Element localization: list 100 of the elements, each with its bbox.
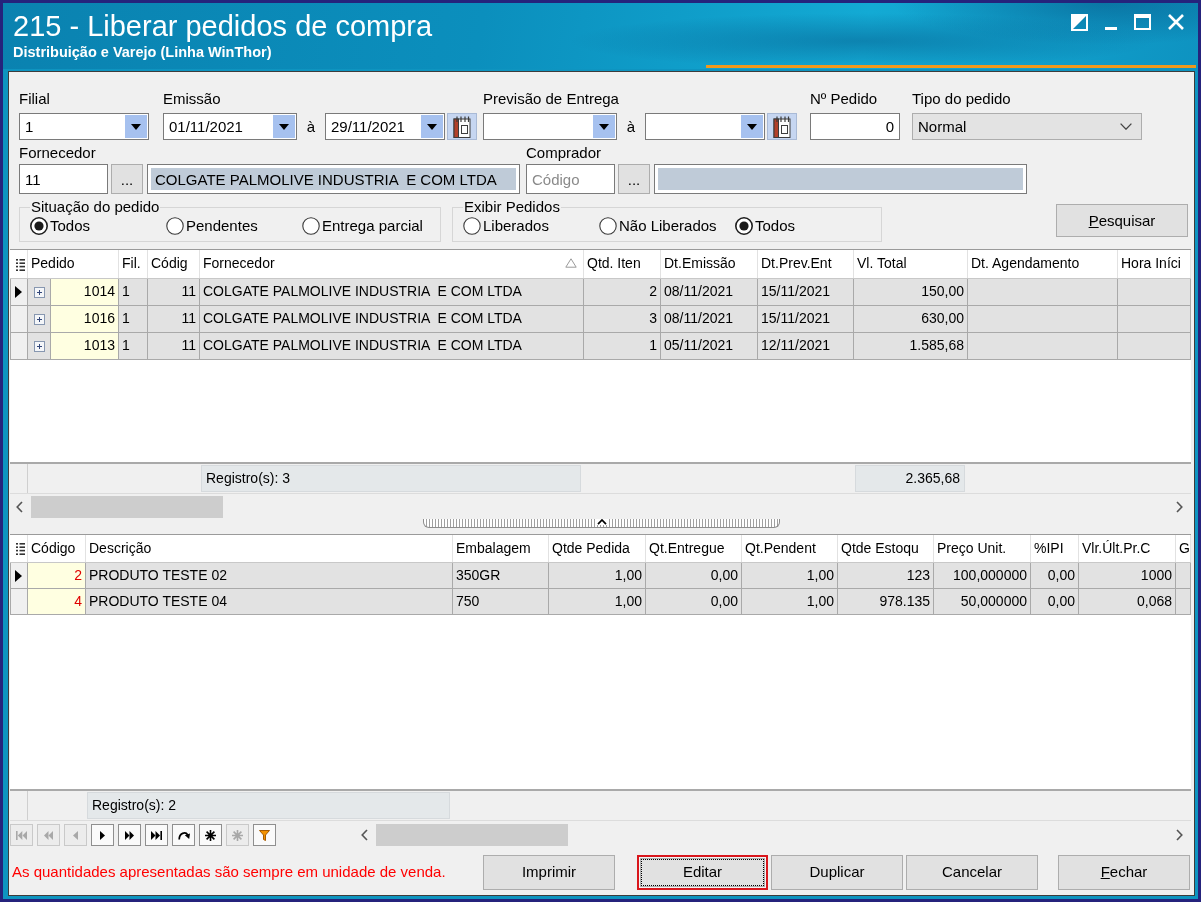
navigator-button[interactable]: [172, 824, 195, 846]
column-header[interactable]: %IPI: [1030, 535, 1079, 562]
calendar-button[interactable]: [767, 113, 797, 140]
maximize-icon[interactable]: [1134, 14, 1151, 30]
action-button[interactable]: Cancelar: [906, 854, 1038, 890]
dropdown-button[interactable]: [593, 115, 615, 138]
column-header[interactable]: Qt.Pendent: [741, 535, 838, 562]
table-cell: 0,068: [1078, 588, 1176, 614]
dropdown-field[interactable]: 1: [19, 113, 149, 140]
lookup-button[interactable]: ...: [111, 164, 143, 194]
column-header[interactable]: Pedido: [27, 250, 119, 278]
order-type-dropdown[interactable]: Normal: [912, 113, 1142, 140]
group-title: Situação do pedido: [30, 199, 161, 215]
scrollbar-thumb[interactable]: [376, 824, 568, 846]
dropdown-field[interactable]: [483, 113, 617, 140]
navigator-button[interactable]: [91, 824, 114, 846]
radio-button[interactable]: [302, 216, 320, 235]
radio-button[interactable]: [599, 216, 617, 235]
table-cell: 100,000000: [933, 562, 1031, 588]
column-header[interactable]: Dt.Emissão: [660, 250, 758, 278]
column-header[interactable]: Qtde Estoqu: [837, 535, 934, 562]
column-header[interactable]: Vl. Total: [853, 250, 968, 278]
order-number-input[interactable]: 0: [810, 113, 900, 140]
column-header[interactable]: Vlr.Últ.Pr.C: [1078, 535, 1176, 562]
column-header[interactable]: Qtde Pedida: [548, 535, 646, 562]
table-cell: 978.135: [837, 588, 934, 614]
skip-to-end-icon: [151, 830, 162, 840]
calendar-icon: [773, 115, 791, 138]
dropdown-field[interactable]: [645, 113, 765, 140]
lookup-button[interactable]: ...: [618, 164, 650, 194]
dropdown-button[interactable]: [273, 115, 295, 138]
half-filled-square-icon[interactable]: [1071, 14, 1088, 31]
field-label: Emissão: [163, 90, 222, 108]
table-cell: 1,00: [548, 562, 646, 588]
column-header[interactable]: Qtd. Iten: [583, 250, 661, 278]
chevron-left-icon[interactable]: [361, 829, 368, 841]
close-icon[interactable]: [1168, 14, 1184, 30]
sort-icon: [565, 258, 577, 269]
expand-icon[interactable]: [34, 340, 45, 352]
chevron-right-icon[interactable]: [1176, 829, 1183, 841]
column-header[interactable]: Dt.Prev.Ent: [757, 250, 854, 278]
expand-icon[interactable]: [34, 313, 45, 325]
radio-label[interactable]: Entrega parcial: [322, 216, 423, 235]
table-cell: 750: [452, 588, 549, 614]
radio-button[interactable]: [30, 216, 48, 235]
total-value: 2.365,68: [855, 465, 965, 492]
action-button[interactable]: Duplicar: [771, 854, 903, 890]
table-cell: 1,00: [548, 588, 646, 614]
column-header[interactable]: Código: [27, 535, 86, 562]
radio-label[interactable]: Todos: [50, 216, 91, 235]
column-header[interactable]: Hora Iníci: [1117, 250, 1191, 278]
action-button[interactable]: Imprimir: [483, 854, 615, 890]
radio-label[interactable]: Pendentes: [186, 216, 258, 235]
radio-button[interactable]: [735, 216, 753, 235]
radio-label[interactable]: Não Liberados: [619, 216, 717, 235]
radio-button[interactable]: [166, 216, 184, 235]
dropdown-button[interactable]: [741, 115, 763, 138]
action-button[interactable]: Editar: [637, 854, 768, 890]
left-triangle-icon: [73, 830, 78, 840]
column-header[interactable]: Descrição: [85, 535, 453, 562]
column-list-icon[interactable]: [15, 543, 25, 556]
column-header[interactable]: Códig: [147, 250, 200, 278]
search-button[interactable]: Pesquisar: [1056, 204, 1188, 237]
chevron-right-icon[interactable]: [1176, 500, 1183, 513]
skip-to-start-icon: [16, 830, 27, 840]
column-header[interactable]: Fil.: [118, 250, 148, 278]
dropdown-button[interactable]: [125, 115, 147, 138]
column-list-icon[interactable]: [15, 258, 25, 271]
buyer-code-input[interactable]: Código: [526, 164, 615, 194]
column-header[interactable]: Fornecedor: [199, 250, 584, 278]
splitter-handle[interactable]: [423, 519, 780, 528]
double-right-triangle-icon: [125, 830, 134, 840]
radio-label[interactable]: Todos: [755, 216, 796, 235]
navigator-button[interactable]: [145, 824, 168, 846]
action-button[interactable]: Fechar: [1058, 854, 1190, 890]
caret-down-icon: [427, 123, 437, 130]
field-label: Tipo do pedido: [912, 90, 1012, 108]
dropdown-field[interactable]: 29/11/2021: [325, 113, 445, 140]
column-header[interactable]: Preço Unit.: [933, 535, 1031, 562]
dropdown-button[interactable]: [421, 115, 443, 138]
supplier-name-field[interactable]: COLGATE PALMOLIVE INDUSTRIA E COM LTDA: [147, 164, 520, 194]
column-header[interactable]: Embalagem: [452, 535, 549, 562]
buyer-name-field[interactable]: [654, 164, 1027, 194]
scrollbar-thumb[interactable]: [31, 495, 223, 518]
navigator-button[interactable]: [199, 824, 222, 846]
field-label: Nº Pedido: [810, 90, 879, 108]
dropdown-field[interactable]: 01/11/2021: [163, 113, 297, 140]
radio-label[interactable]: Liberados: [483, 216, 549, 235]
column-header[interactable]: Dt. Agendamento: [967, 250, 1118, 278]
column-header[interactable]: Qt.Entregue: [645, 535, 742, 562]
chevron-left-icon[interactable]: [16, 500, 23, 513]
calendar-button[interactable]: [447, 113, 477, 140]
expand-icon[interactable]: [34, 286, 45, 298]
navigator-button[interactable]: [118, 824, 141, 846]
record-count: Registro(s): 3: [201, 465, 581, 492]
radio-button[interactable]: [463, 216, 481, 235]
table-cell: PRODUTO TESTE 02: [85, 562, 453, 588]
supplier-code-input[interactable]: 11: [19, 164, 108, 194]
table-cell: 1,00: [741, 588, 838, 614]
table-cell: 1000: [1078, 562, 1176, 588]
